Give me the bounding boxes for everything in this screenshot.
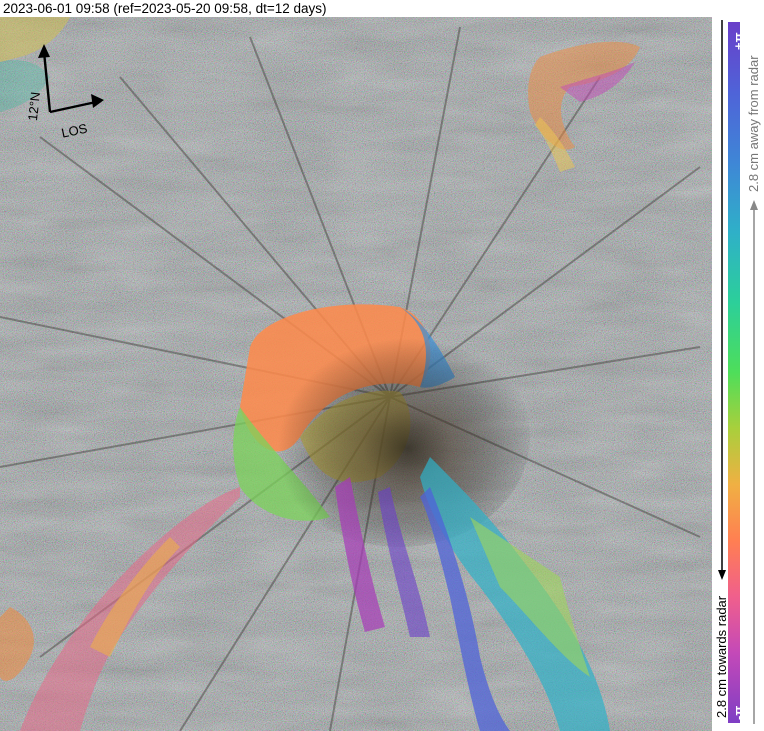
away-arrow-icon	[750, 200, 758, 724]
phase-colorbar	[728, 22, 748, 723]
north-label: 12°N	[25, 91, 43, 122]
colorbar-gradient	[728, 22, 740, 723]
colorbar-away-label: 2.8 cm away from radar	[746, 55, 761, 192]
colorbar-towards-label: 2.8 cm towards radar	[714, 595, 729, 718]
figure-title: 2023-06-01 09:58 (ref=2023-05-20 09:58, …	[3, 1, 327, 16]
colorbar-top-label: +π	[731, 32, 746, 50]
towards-arrow-icon	[718, 20, 726, 580]
colorbar-bottom-label: -π	[731, 705, 746, 720]
